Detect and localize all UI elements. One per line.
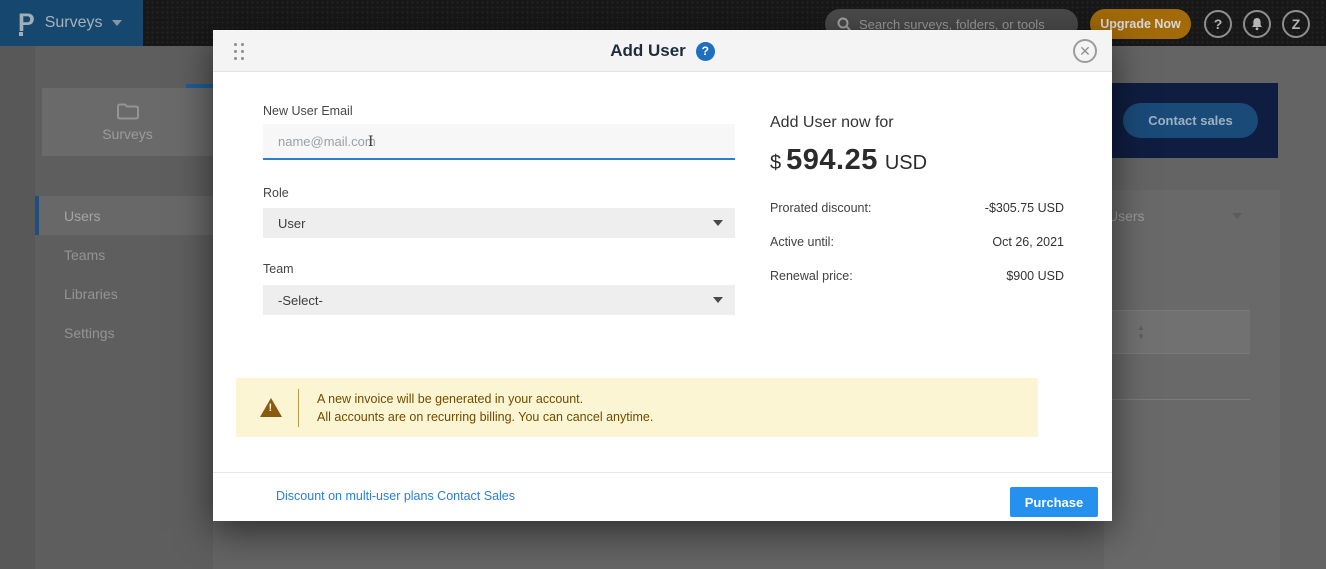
folder-icon bbox=[117, 103, 139, 120]
left-rail bbox=[0, 46, 35, 569]
currency-code: USD bbox=[885, 152, 927, 175]
add-user-modal: Add User ? ✕ New User Email I Role User … bbox=[213, 30, 1112, 521]
users-panel: Users ▲▼ bbox=[1104, 190, 1280, 569]
email-label: New User Email bbox=[263, 104, 353, 118]
team-label: Team bbox=[263, 262, 294, 276]
sidebar-item-settings[interactable]: Settings bbox=[35, 313, 213, 352]
sidebar-item-label: Teams bbox=[64, 247, 105, 263]
price-row-label: Active until: bbox=[770, 235, 834, 249]
price-row-value: Oct 26, 2021 bbox=[992, 235, 1064, 249]
sidebar-item-teams[interactable]: Teams bbox=[35, 235, 213, 274]
invoice-warning-banner: A new invoice will be generated in your … bbox=[236, 378, 1038, 437]
sidebar-item-label: Settings bbox=[64, 325, 115, 341]
purchase-button[interactable]: Purchase bbox=[1010, 487, 1098, 517]
search-icon bbox=[837, 17, 851, 31]
chevron-down-icon bbox=[1232, 213, 1242, 219]
help-badge-icon[interactable]: ? bbox=[696, 42, 715, 61]
bell-icon bbox=[1250, 17, 1264, 31]
table-header-row: ▲▼ bbox=[1104, 310, 1250, 354]
role-select-value: User bbox=[278, 216, 305, 231]
active-tab-indicator bbox=[186, 84, 213, 88]
price-row-active-until: Active until: Oct 26, 2021 bbox=[770, 235, 1064, 249]
sidebar-item-label: Users bbox=[64, 208, 101, 224]
contact-sales-link[interactable]: Discount on multi-user plans Contact Sal… bbox=[276, 489, 515, 503]
modal-title: Add User bbox=[610, 41, 686, 61]
price-row-renewal-price: Renewal price: $900 USD bbox=[770, 269, 1064, 283]
sort-icon[interactable]: ▲▼ bbox=[1137, 323, 1145, 341]
price-row-label: Prorated discount: bbox=[770, 201, 871, 215]
pricing-heading: Add User now for bbox=[770, 114, 1064, 132]
pricing-summary: Add User now for $ 594.25 USD Prorated d… bbox=[770, 114, 1064, 283]
modal-header: Add User ? ✕ bbox=[213, 30, 1112, 72]
brand-logo-icon: P bbox=[18, 12, 35, 34]
warning-triangle-icon bbox=[260, 398, 282, 417]
team-select-value: -Select- bbox=[278, 293, 323, 308]
new-user-email-field[interactable] bbox=[263, 124, 735, 160]
avatar[interactable]: Z bbox=[1282, 10, 1310, 38]
chevron-down-icon bbox=[713, 297, 723, 303]
currency-symbol: $ bbox=[770, 152, 781, 175]
price-row-value: $900 USD bbox=[1006, 269, 1064, 283]
price-amount: $ 594.25 USD bbox=[770, 144, 1064, 177]
price-row-label: Renewal price: bbox=[770, 269, 853, 283]
team-select[interactable]: -Select- bbox=[263, 285, 735, 315]
role-label: Role bbox=[263, 186, 289, 200]
warning-line2: All accounts are on recurring billing. Y… bbox=[317, 408, 653, 426]
product-switcher-label[interactable]: Surveys bbox=[45, 14, 103, 32]
help-button[interactable]: ? bbox=[1204, 10, 1232, 38]
warning-line1: A new invoice will be generated in your … bbox=[317, 390, 653, 408]
tab-surveys[interactable]: Surveys bbox=[42, 88, 213, 156]
price-row-prorated-discount: Prorated discount: -$305.75 USD bbox=[770, 201, 1064, 215]
amount-value: 594.25 bbox=[786, 144, 878, 177]
price-row-value: -$305.75 USD bbox=[985, 201, 1064, 215]
close-icon[interactable]: ✕ bbox=[1073, 39, 1097, 63]
sidebar-item-libraries[interactable]: Libraries bbox=[35, 274, 213, 313]
brand-area[interactable]: P Surveys bbox=[0, 0, 143, 46]
role-select[interactable]: User bbox=[263, 208, 735, 238]
chevron-down-icon bbox=[112, 20, 122, 26]
sidebar-item-users[interactable]: Users bbox=[35, 196, 213, 235]
contact-sales-button[interactable]: Contact sales bbox=[1123, 103, 1258, 138]
notifications-button[interactable] bbox=[1243, 10, 1271, 38]
modal-footer: Discount on multi-user plans Contact Sal… bbox=[213, 472, 1112, 521]
table-row-divider bbox=[1104, 399, 1250, 400]
chevron-down-icon bbox=[713, 220, 723, 226]
tab-surveys-label: Surveys bbox=[102, 126, 153, 142]
sidebar-item-label: Libraries bbox=[64, 286, 118, 302]
divider bbox=[298, 389, 299, 427]
panel-filter-label[interactable]: Users bbox=[1108, 208, 1145, 224]
